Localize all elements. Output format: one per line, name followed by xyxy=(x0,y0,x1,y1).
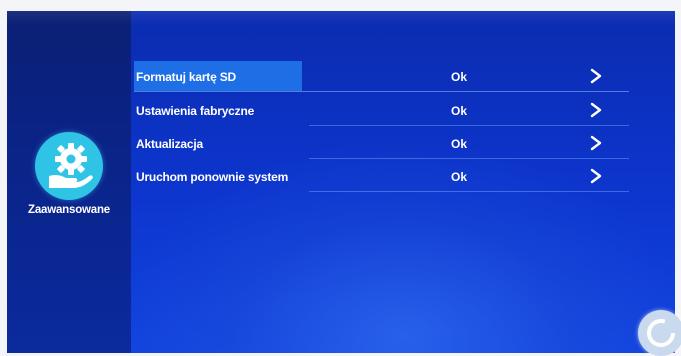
gear-hand-icon-graphic xyxy=(49,143,93,188)
menu-item-value[interactable]: Ok xyxy=(451,104,467,118)
menu-item-label: Formatuj kartę SD xyxy=(136,70,236,84)
chevron-right-icon[interactable] xyxy=(589,168,603,184)
screen: Zaawansowane Formatuj kartę SD Ok Ustawi… xyxy=(7,11,675,353)
menu-item-label: Ustawienia fabryczne xyxy=(136,104,255,118)
menu-item-restart-system[interactable]: Uruchom ponownie system Ok xyxy=(131,161,675,192)
menu-item-update[interactable]: Aktualizacja Ok xyxy=(131,128,675,159)
menu-item-value[interactable]: Ok xyxy=(451,170,467,184)
menu-item-factory-reset[interactable]: Ustawienia fabryczne Ok xyxy=(131,95,675,126)
chevron-right-icon[interactable] xyxy=(589,102,603,118)
chevron-right-icon[interactable] xyxy=(589,68,603,84)
sidebar: Zaawansowane xyxy=(7,11,131,353)
glare xyxy=(131,11,675,25)
glare xyxy=(7,11,131,25)
menu-item-value[interactable]: Ok xyxy=(451,137,467,151)
menu-item-label: Aktualizacja xyxy=(136,137,203,151)
menu-item-label: Uruchom ponownie system xyxy=(136,170,289,184)
menu-item-value[interactable]: Ok xyxy=(451,70,467,84)
sidebar-label: Zaawansowane xyxy=(28,204,110,216)
row-divider xyxy=(134,91,629,92)
row-divider xyxy=(309,125,629,126)
refresh-icon xyxy=(647,319,675,347)
row-divider xyxy=(309,191,629,192)
chevron-right-icon[interactable] xyxy=(589,135,603,151)
row-divider xyxy=(309,158,629,159)
refresh-button[interactable] xyxy=(638,310,681,356)
gear-hand-icon[interactable] xyxy=(35,132,103,200)
menu-item-format-sd[interactable]: Formatuj kartę SD Ok xyxy=(131,61,675,92)
settings-panel: Formatuj kartę SD Ok Ustawienia fabryczn… xyxy=(131,11,675,353)
